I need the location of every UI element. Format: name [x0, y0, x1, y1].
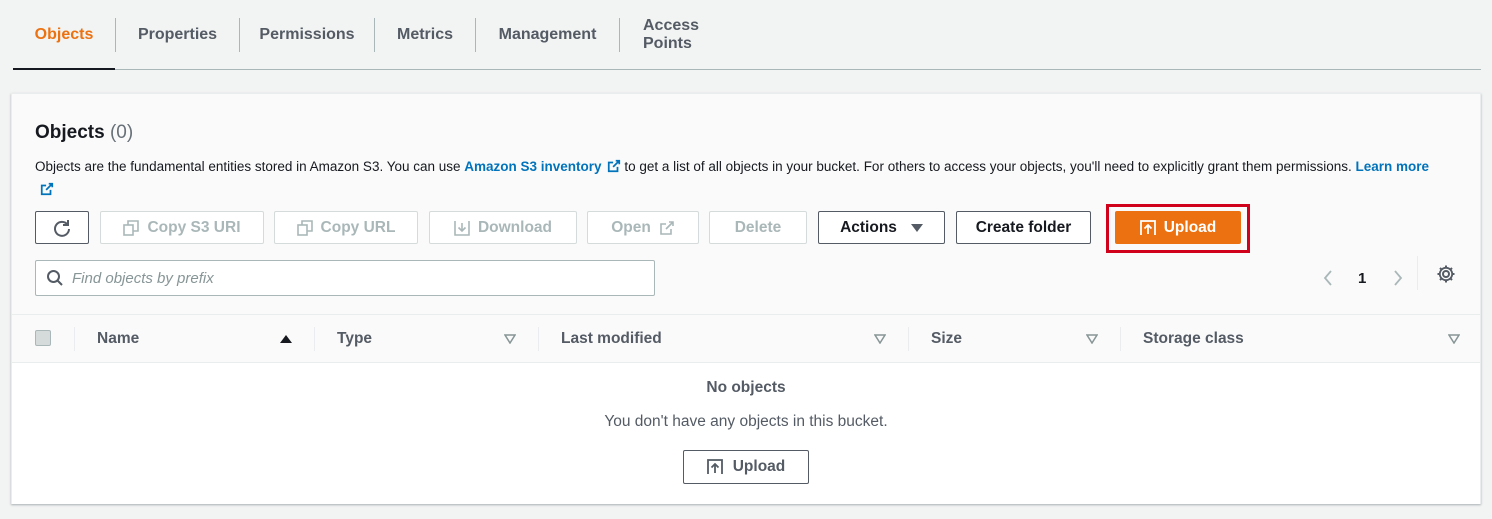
- download-label: Download: [477, 218, 553, 236]
- column-divider: [1120, 327, 1121, 351]
- refresh-button[interactable]: [35, 211, 89, 244]
- s3-inventory-link-label: Amazon S3 inventory: [464, 159, 602, 174]
- column-header-type-label: Type: [337, 330, 373, 347]
- upload-button[interactable]: Upload: [1115, 211, 1241, 244]
- column-header-storage-class-label: Storage class: [1143, 330, 1244, 347]
- download-icon: [454, 220, 470, 236]
- upload-icon: [1139, 219, 1156, 236]
- column-header-last-modified[interactable]: Last modified: [561, 315, 887, 363]
- copy-icon: [296, 219, 313, 236]
- empty-state-upload-label: Upload: [732, 458, 786, 475]
- chevron-right-icon[interactable]: [1388, 268, 1408, 288]
- tab-permissions[interactable]: Permissions: [240, 0, 374, 69]
- delete-button[interactable]: Delete: [709, 211, 807, 244]
- column-header-name-label: Name: [97, 330, 140, 347]
- external-link-icon: [659, 220, 675, 236]
- delete-label: Delete: [734, 218, 782, 236]
- column-header-size[interactable]: Size: [931, 315, 1099, 363]
- sort-ascending-icon[interactable]: [279, 332, 293, 346]
- column-divider: [74, 327, 75, 351]
- settings-gear-icon[interactable]: [1435, 263, 1457, 285]
- copy-url-button[interactable]: Copy URL: [274, 211, 418, 244]
- sort-icon[interactable]: [1085, 332, 1099, 346]
- create-folder-label: Create folder: [975, 218, 1072, 236]
- empty-state-title: No objects: [706, 379, 786, 396]
- sort-icon[interactable]: [1447, 332, 1461, 346]
- upload-label: Upload: [1163, 218, 1217, 236]
- search-icon: [47, 270, 63, 286]
- tab-bar: Objects Properties Permissions Metrics M…: [13, 0, 1481, 70]
- description-text: Objects are the fundamental entities sto…: [35, 159, 465, 174]
- upload-icon: [706, 459, 723, 475]
- column-header-name[interactable]: Name: [97, 315, 293, 363]
- learn-more-link-label: Learn more: [1355, 159, 1430, 174]
- sort-icon[interactable]: [503, 332, 517, 346]
- column-header-type[interactable]: Type: [337, 315, 517, 363]
- empty-state-description: You don't have any objects in this bucke…: [604, 413, 888, 430]
- column-header-size-label: Size: [931, 330, 963, 347]
- column-header-last-modified-label: Last modified: [561, 330, 662, 347]
- sort-icon[interactable]: [873, 332, 887, 346]
- empty-state-upload-button[interactable]: Upload: [683, 450, 809, 484]
- actions-label: Actions: [840, 218, 897, 236]
- search-box: [35, 260, 655, 296]
- column-header-storage-class[interactable]: Storage class: [1143, 315, 1461, 363]
- panel-title-text: Objects: [35, 122, 105, 143]
- description-text-2: to get a list of all objects in your buc…: [620, 159, 1356, 174]
- panel-description: Objects are the fundamental entities sto…: [35, 155, 1435, 201]
- objects-panel: Objects (0) Objects are the fundamental …: [11, 93, 1481, 504]
- tab-management[interactable]: Management: [476, 0, 619, 69]
- external-link-icon: [40, 182, 54, 196]
- s3-inventory-link[interactable]: Amazon S3 inventory: [464, 159, 620, 174]
- open-label: Open: [611, 218, 651, 236]
- copy-s3-uri-button[interactable]: Copy S3 URI: [100, 211, 264, 244]
- panel-title: Objects (0): [35, 122, 133, 144]
- copy-url-label: Copy URL: [320, 218, 396, 236]
- column-divider: [908, 327, 909, 351]
- refresh-icon: [54, 219, 70, 237]
- external-link-icon: [607, 159, 620, 173]
- copy-icon: [123, 219, 140, 236]
- create-folder-button[interactable]: Create folder: [956, 211, 1091, 244]
- open-button[interactable]: Open: [587, 211, 699, 244]
- tab-metrics[interactable]: Metrics: [375, 0, 475, 69]
- caret-down-icon: [910, 223, 923, 233]
- actions-dropdown[interactable]: Actions: [818, 211, 945, 244]
- column-divider: [538, 327, 539, 351]
- table-header: Name Type Last modified Size Storage cla…: [12, 314, 1480, 363]
- tab-properties[interactable]: Properties: [116, 0, 239, 69]
- object-count: (0): [109, 122, 134, 143]
- download-button[interactable]: Download: [429, 211, 577, 244]
- tab-objects[interactable]: Objects: [13, 0, 115, 70]
- pagination: 1: [1318, 260, 1408, 296]
- copy-s3-uri-label: Copy S3 URI: [147, 218, 241, 236]
- table-body: No objects You don't have any objects in…: [12, 363, 1480, 504]
- chevron-left-icon[interactable]: [1318, 268, 1338, 288]
- pagination-divider: [1417, 256, 1418, 290]
- page-number[interactable]: 1: [1358, 270, 1366, 287]
- select-all-checkbox[interactable]: [35, 330, 51, 346]
- tab-access-points[interactable]: Access Points: [620, 0, 766, 69]
- column-divider: [314, 327, 315, 351]
- search-input[interactable]: [72, 269, 632, 287]
